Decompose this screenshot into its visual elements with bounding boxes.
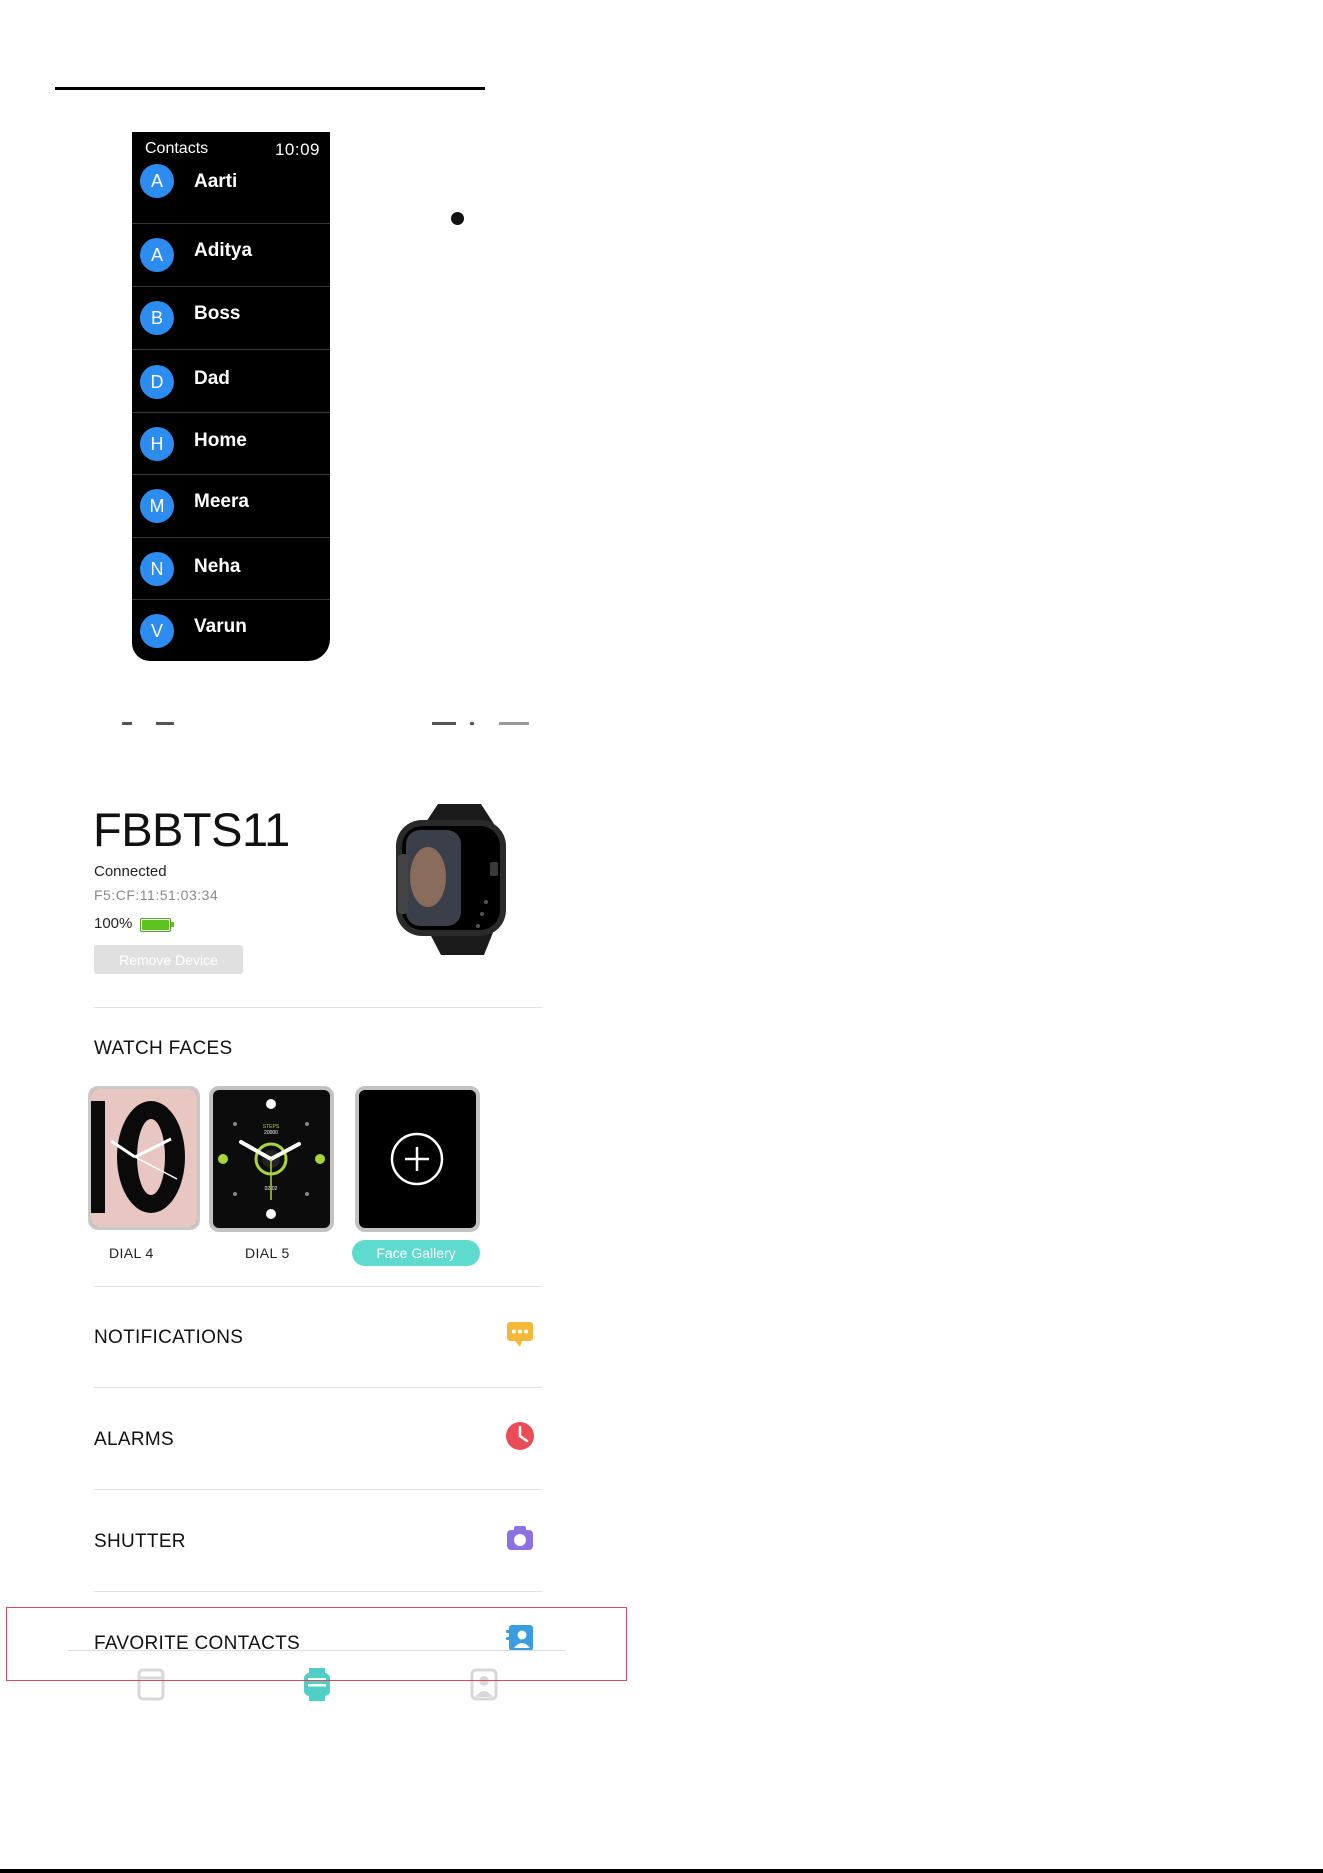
watch-face-dial-4[interactable] — [88, 1086, 200, 1230]
message-icon[interactable] — [505, 1319, 535, 1349]
dial-4-label: DIAL 4 — [109, 1245, 154, 1261]
section-divider — [94, 1489, 542, 1490]
contact-initial-avatar: A — [140, 238, 174, 272]
battery-tip — [171, 922, 174, 927]
section-divider — [94, 1286, 542, 1287]
add-circle-icon — [390, 1132, 444, 1186]
camera-icon[interactable] — [505, 1523, 535, 1553]
contact-initial-avatar: A — [140, 164, 174, 198]
section-divider — [94, 1007, 542, 1008]
contact-name: Varun — [194, 616, 247, 637]
dial-5-preview: STEPS 20000 02-02 — [218, 1099, 325, 1219]
highlight-annotation-box — [6, 1607, 627, 1681]
face-gallery-add-tile[interactable] — [355, 1086, 480, 1232]
section-divider — [94, 1591, 542, 1592]
face-gallery-button[interactable]: Face Gallery — [352, 1240, 480, 1266]
bottom-border-line — [0, 1869, 1323, 1873]
watch-contacts-screen: Contacts 10:09 A Aarti A Aditya B Boss D… — [132, 132, 330, 661]
battery-percentage: 100% — [94, 915, 133, 932]
contact-initial-avatar: V — [140, 614, 174, 648]
battery-fill — [142, 920, 169, 930]
section-divider — [94, 1387, 542, 1388]
contact-name: Home — [194, 430, 247, 451]
contact-name: Dad — [194, 368, 230, 389]
status-bar-remnant — [118, 718, 538, 726]
watch-face-dial-5[interactable]: STEPS 20000 02-02 — [209, 1086, 334, 1232]
bullet-dot — [451, 212, 464, 225]
contact-name: Boss — [194, 303, 241, 324]
contact-initial-avatar: M — [140, 489, 174, 523]
watch-contact-row[interactable]: M Meera — [132, 474, 330, 537]
dial-4-preview — [91, 1089, 197, 1227]
watch-contact-row[interactable]: B Boss — [132, 286, 330, 349]
watch-contact-row[interactable]: N Neha — [132, 537, 330, 600]
top-divider-line — [55, 87, 485, 90]
contact-initial-avatar: H — [140, 427, 174, 461]
svg-text:02-02: 02-02 — [265, 1186, 278, 1192]
clock-icon[interactable] — [505, 1421, 535, 1451]
watch-contact-row[interactable]: A Aarti — [132, 154, 330, 216]
contact-name: Neha — [194, 556, 241, 577]
menu-item-alarms[interactable]: ALARMS — [94, 1429, 174, 1451]
watch-contact-row[interactable]: V Varun — [132, 599, 330, 661]
contact-initial-avatar: B — [140, 301, 174, 335]
remove-device-button[interactable]: Remove Device — [94, 945, 243, 974]
watch-contact-row[interactable]: H Home — [132, 412, 330, 475]
contact-initial-avatar: N — [140, 552, 174, 586]
menu-item-notifications[interactable]: NOTIFICATIONS — [94, 1327, 243, 1349]
watch-faces-heading: WATCH FACES — [94, 1038, 233, 1059]
contact-name: Meera — [194, 491, 249, 512]
smartwatch-product-image — [396, 804, 506, 955]
battery-icon — [140, 918, 171, 932]
contact-name: Aarti — [194, 171, 238, 192]
menu-item-shutter[interactable]: SHUTTER — [94, 1531, 186, 1553]
device-mac-address: F5:CF:11:51:03:34 — [94, 887, 219, 903]
svg-text:20000: 20000 — [264, 1130, 278, 1136]
watch-contact-row[interactable]: A Aditya — [132, 223, 330, 286]
device-name: FBBTS11 — [93, 803, 290, 856]
contact-initial-avatar: D — [140, 365, 174, 399]
connection-status: Connected — [94, 863, 167, 880]
dial-5-label: DIAL 5 — [245, 1245, 290, 1261]
contact-name: Aditya — [194, 240, 253, 261]
watch-contact-row[interactable]: D Dad — [132, 349, 330, 412]
